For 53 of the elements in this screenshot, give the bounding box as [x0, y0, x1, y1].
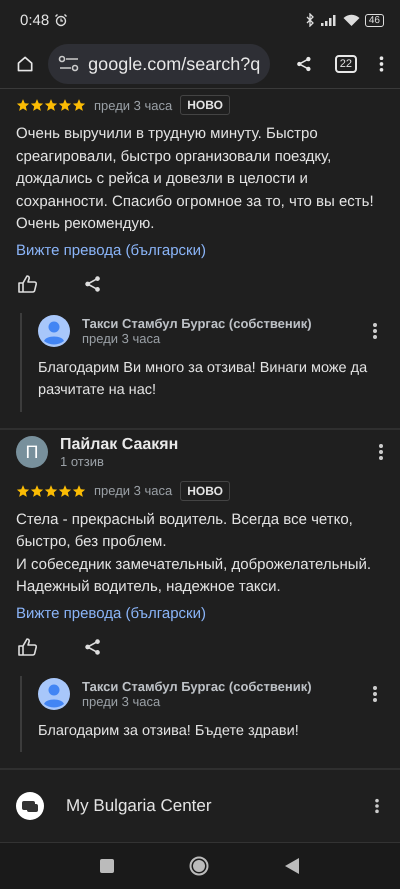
- share-icon[interactable]: [296, 54, 313, 74]
- star-icon: [30, 484, 44, 498]
- reply-text: Благодарим Ви много за отзива! Винаги може да разчитате на нас!: [38, 358, 368, 400]
- review-text: Стела - прекрасный водитель. Всегда все четко, быстро, без проблем. И собеседник замечательный, доброжелательный. Надежный водитель, надежное такси.: [16, 510, 372, 597]
- reviewer-name[interactable]: Пайлак Саакян: [60, 436, 366, 454]
- more-icon[interactable]: [372, 684, 378, 702]
- thumbs-up-icon[interactable]: [18, 638, 38, 656]
- review-count: 1 отзив: [60, 454, 105, 468]
- star-icon: [44, 484, 58, 498]
- translate-link[interactable]: Вижте превода (български): [16, 242, 384, 258]
- wifi-icon: [342, 14, 360, 26]
- reply-time: преди 3 часа: [82, 330, 160, 346]
- review-time: преди 3 часа: [94, 98, 172, 112]
- battery-indicator: 46: [364, 14, 384, 26]
- star-icon: [30, 98, 44, 112]
- share-icon[interactable]: [84, 274, 102, 292]
- bluetooth-icon: [304, 13, 315, 27]
- reply-text: Благодарим за отзива! Бъдете здрави!: [38, 722, 300, 740]
- star-icon: [72, 98, 86, 112]
- star-icon: [44, 98, 58, 112]
- new-badge: НОВО: [180, 480, 230, 500]
- alarm-icon: [54, 13, 68, 27]
- more-icon[interactable]: [378, 443, 384, 461]
- review-text: Очень выручили в трудную минуту. Быстро среагировали, быстро организовали поездку, дождались с рейса и довезли в целости и сохранности. Спасибо огромное за то, что вы есть! Очень рекомендую.: [16, 124, 375, 234]
- new-badge: НОВО: [180, 95, 230, 115]
- star-icon: [58, 98, 72, 112]
- share-icon[interactable]: [84, 638, 102, 656]
- owner-name: Такси Стамбул Бургас (собственик): [82, 678, 313, 694]
- url-text: google.com/search?q: [88, 54, 260, 74]
- avatar-icon: [38, 314, 70, 346]
- more-icon[interactable]: [374, 798, 380, 814]
- thumbs-up-icon[interactable]: [18, 274, 38, 292]
- home-button[interactable]: [189, 856, 209, 876]
- translate-link[interactable]: Вижте превода (български): [16, 604, 384, 622]
- signal-icon: [320, 14, 338, 26]
- address-bar[interactable]: google.com/search?q: [48, 44, 270, 84]
- result-title[interactable]: My Bulgaria Center: [66, 796, 212, 816]
- reply-time: преди 3 часа: [82, 694, 160, 708]
- review-time: преди 3 часа: [94, 483, 172, 498]
- star-icon: [16, 484, 30, 498]
- star-icon: [16, 98, 30, 112]
- owner-name: Такси Стамбул Бургас (собственик): [82, 316, 313, 330]
- avatar-icon: [38, 678, 70, 710]
- star-icon: [72, 484, 86, 498]
- tab-count-button[interactable]: 22: [334, 55, 358, 73]
- status-time: 0:48: [20, 12, 50, 28]
- avatar: П: [16, 436, 48, 468]
- more-icon[interactable]: [372, 322, 378, 340]
- back-button[interactable]: [284, 857, 300, 875]
- star-icon: [58, 484, 72, 498]
- menu-icon[interactable]: [379, 54, 384, 74]
- site-logo-icon: [16, 792, 44, 820]
- site-settings-icon[interactable]: [58, 55, 80, 73]
